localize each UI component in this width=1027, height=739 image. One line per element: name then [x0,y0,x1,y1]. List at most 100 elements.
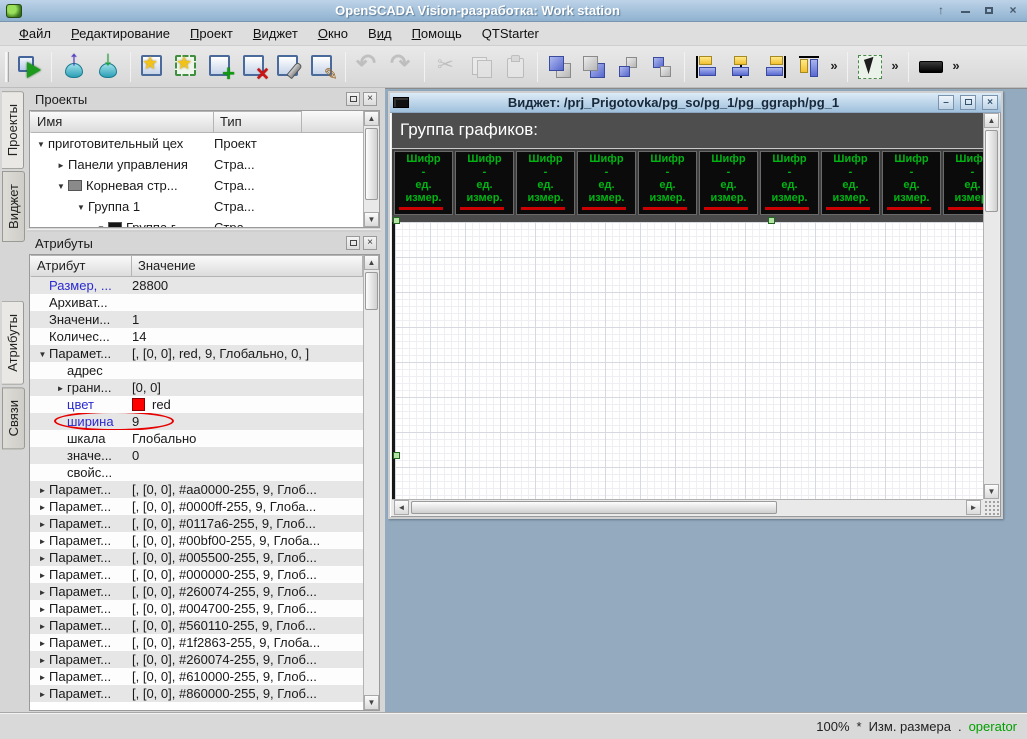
attr-value[interactable]: [, [0, 0], #0000ff-255, 9, Глоба... [132,498,316,515]
attr-expander-icon[interactable]: ► [36,533,49,549]
attributes-panel-titlebar[interactable]: Атрибуты × [27,232,381,254]
window-titlebar[interactable]: OpenSCADA Vision-разработка: Work statio… [0,0,1027,22]
tree-row[interactable]: ▼ приготовительный цех Проект [30,133,363,154]
widget-maximize-button[interactable] [960,95,976,110]
graph-cell[interactable]: Шифр - ед. измер. [455,151,514,215]
lower-button[interactable] [645,50,679,84]
widget-editor-window[interactable]: Виджет: /prj_Prigotovka/pg_so/pg_1/pg_gg… [388,91,1003,519]
scroll-thumb[interactable] [985,130,998,212]
align-left-button[interactable] [690,50,724,84]
attributes-float-button[interactable] [346,236,360,250]
edit-item-button[interactable] [306,50,340,85]
tree-expander-icon[interactable]: ▼ [74,197,88,218]
more-align-button[interactable]: » [826,52,842,82]
attr-row[interactable]: Количес... 14 [30,328,363,345]
tab-widgets[interactable]: Виджет [2,171,25,243]
undo-button[interactable] [351,49,385,84]
scroll-thumb[interactable] [365,272,378,310]
attr-value[interactable]: 9 [132,413,139,430]
tab-projects[interactable]: Проекты [2,91,24,170]
attr-expander-icon[interactable]: ► [36,584,49,600]
attr-row[interactable]: ► Парамет... [, [0, 0], #005500-255, 9, Гл… [30,549,363,566]
attr-row[interactable]: ► Парамет... [, [0, 0], #260074-255, 9, Гл… [30,651,363,668]
attr-value[interactable]: 28800 [132,277,168,294]
scroll-up-button[interactable]: ▲ [364,255,379,270]
tree-row[interactable]: ► Панели управления Стра... [30,154,363,175]
tree-row[interactable]: ▼ Группа г... Стра... [30,217,363,227]
scroll-left-button[interactable]: ◄ [394,500,409,515]
attr-value[interactable]: 1 [132,311,139,328]
attr-value[interactable]: [, [0, 0], #1f2863-255, 9, Глоба... [132,634,320,651]
attr-row[interactable]: ► грани... [0, 0] [30,379,363,396]
selection-handle[interactable] [393,452,400,459]
tree-row[interactable]: ▼ Корневая стр... Стра... [30,175,363,196]
attr-row[interactable]: ► Парамет... [, [0, 0], #0000ff-255, 9, Гл… [30,498,363,515]
attr-row[interactable]: ► Парамет... [, [0, 0], #610000-255, 9, Гл… [30,668,363,685]
attr-expander-icon[interactable]: ► [36,652,49,668]
attr-value[interactable]: [, [0, 0], #610000-255, 9, Глоб... [132,668,317,685]
attr-expander-icon[interactable]: ► [36,618,49,634]
attr-value[interactable]: red [132,396,171,413]
raise-top-button[interactable] [543,50,577,84]
raise-button[interactable] [611,50,645,84]
projects-close-button[interactable]: × [363,92,377,106]
lower-bottom-button[interactable] [577,50,611,84]
attr-expander-icon[interactable]: ► [36,516,49,532]
selection-handle[interactable] [393,217,400,224]
tree-row[interactable]: ▼ Группа 1 Стра... [30,196,363,217]
attr-row[interactable]: ► Парамет... [, [0, 0], #260074-255, 9, Гл… [30,583,363,600]
attr-row[interactable]: ширина 9 [30,413,363,430]
widget-close-button[interactable]: × [982,95,998,110]
scroll-down-button[interactable]: ▼ [364,695,379,710]
scroll-thumb[interactable] [411,501,778,514]
attr-value[interactable]: [, [0, 0], #aa0000-255, 9, Глоб... [132,481,317,498]
menu-help[interactable]: Помощь [403,23,471,45]
more-colors-button[interactable]: » [948,52,964,82]
attributes-close-button[interactable]: × [363,236,377,250]
attr-row[interactable]: цвет red [30,396,363,413]
graph-cell[interactable]: Шифр - ед. измер. [760,151,819,215]
graph-cell[interactable]: Шифр - ед. измер. [638,151,697,215]
shade-button[interactable]: ↑ [933,3,949,19]
load-from-db-button[interactable] [57,48,91,84]
graph-cell[interactable]: Шифр - ед. измер. [821,151,880,215]
attr-row[interactable]: ► Парамет... [, [0, 0], #aa0000-255, 9, Гл… [30,481,363,498]
attr-expander-icon[interactable]: ► [54,380,67,396]
scroll-up-button[interactable]: ▲ [364,111,379,126]
scroll-thumb[interactable] [365,128,378,200]
attr-value[interactable]: [, [0, 0], red, 9, Глобально, 0, ] [132,345,309,362]
close-button[interactable]: × [1005,3,1021,19]
graph-cell[interactable]: Шифр - ед. измер. [577,151,636,215]
resize-grip[interactable] [983,499,999,515]
projects-float-button[interactable] [346,92,360,106]
attr-value[interactable]: [, [0, 0], #0117a6-255, 9, Глоб... [132,515,316,532]
toolbar-drag-handle[interactable] [5,51,9,82]
projects-scrollbar[interactable]: ▲ ▼ [363,111,379,227]
attr-row[interactable]: свойс... [30,464,363,481]
graph-cell[interactable]: Шифр - ед. измер. [699,151,758,215]
attr-value[interactable]: [, [0, 0], #000000-255, 9, Глоб... [132,566,317,583]
attr-row[interactable]: значе... 0 [30,447,363,464]
save-to-db-button[interactable] [91,48,125,84]
tree-expander-icon[interactable]: ▼ [94,218,108,227]
minimize-button[interactable] [957,3,973,19]
attr-value[interactable]: [, [0, 0], #260074-255, 9, Глоб... [132,583,317,600]
attr-value[interactable]: [, [0, 0], #260074-255, 9, Глоб... [132,651,317,668]
attr-expander-icon[interactable]: ► [36,635,49,651]
tree-expander-icon[interactable]: ► [54,155,68,176]
column-header-name[interactable]: Имя [30,111,214,133]
cursor-tool-button[interactable] [853,50,887,84]
current-color-button[interactable] [914,50,948,84]
align-right-button[interactable] [758,50,792,84]
menu-view[interactable]: Вид [359,23,401,45]
tab-links[interactable]: Связи [2,386,25,450]
selection-handle[interactable] [768,217,775,224]
attr-row[interactable]: шкала Глобально [30,430,363,447]
cut-button[interactable] [430,50,464,84]
attr-expander-icon[interactable]: ► [36,499,49,515]
copy-button[interactable] [464,50,498,84]
attr-row[interactable]: Размер, ... 28800 [30,277,363,294]
attr-row[interactable]: Значени... 1 [30,311,363,328]
attr-expander-icon[interactable]: ► [36,550,49,566]
attr-row[interactable]: ► Парамет... [, [0, 0], #560110-255, 9, Гл… [30,617,363,634]
